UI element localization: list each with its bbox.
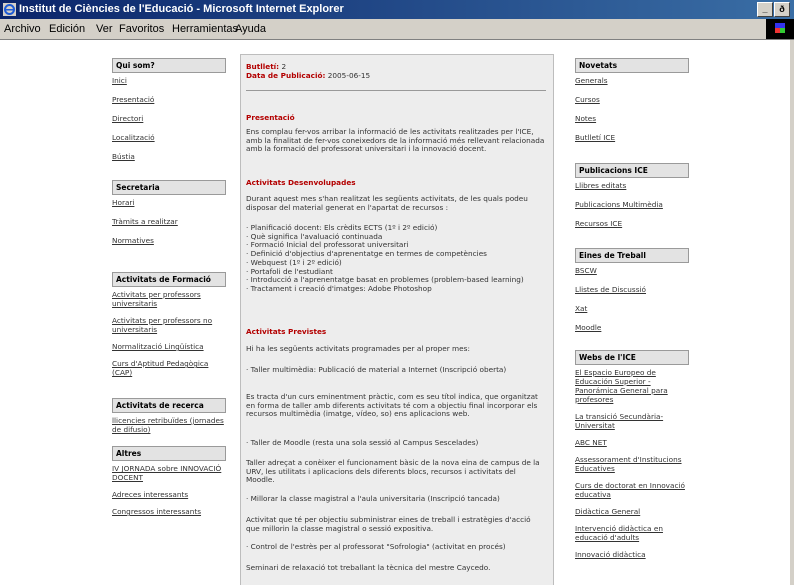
divider (246, 90, 546, 91)
date-label: Data de Publicació: (246, 71, 326, 80)
window-title: Institut de Ciències de l'Educació - Mic… (19, 3, 344, 15)
link-intervencio-didactica[interactable]: Intervenció didàctica en educació d'adul… (575, 524, 689, 542)
link-curs-doctorat[interactable]: Curs de doctorat en Innovació educativa (575, 481, 689, 499)
link-butlleti-ice[interactable]: Butlletí ICE (575, 133, 689, 142)
link-moodle[interactable]: Moodle (575, 323, 689, 332)
menu-ayuda[interactable]: Ayuda (235, 23, 266, 35)
activity-taller-moodle: · Taller de Moodle (resta una sola sessi… (246, 438, 479, 447)
menu-bar: Archivo Edición Ver Favoritos Herramient… (0, 19, 794, 40)
activity-classe-magistral-desc: Activitat que té per objectiu subministr… (246, 515, 531, 533)
link-activitats-universitaris[interactable]: Activitats per professors universitaris (112, 290, 226, 308)
link-presentacio[interactable]: Presentació (112, 95, 226, 104)
bulletin-value: 2 (281, 62, 287, 71)
link-assessorament[interactable]: Assessorament d'Institucions Educatives (575, 455, 689, 473)
link-cap[interactable]: Curs d'Aptitud Pedagògica (CAP) (112, 359, 226, 377)
windows-logo-icon (766, 19, 794, 39)
menu-ver[interactable]: Ver (96, 23, 113, 35)
link-didactica-general[interactable]: Didàctica General (575, 507, 689, 516)
link-recursos-ice[interactable]: Recursos ICE (575, 219, 689, 228)
link-tramits[interactable]: Tràmits a realitzar (112, 217, 226, 226)
link-transicio[interactable]: La transició Secundària-Universitat (575, 412, 689, 430)
section-qui-som: Qui som? (112, 58, 226, 73)
web-page: Qui som? Inici Presentació Directori Loc… (0, 40, 790, 585)
activity-taller-moodle-desc: Taller adreçat a conèixer el funcionamen… (246, 458, 540, 485)
link-directori[interactable]: Directori (112, 114, 226, 123)
menu-archivo[interactable]: Archivo (4, 23, 41, 35)
link-horari[interactable]: Horari (112, 198, 226, 207)
section-activitats-recerca: Activitats de recerca (112, 398, 226, 413)
list-item: · Tractament i creació d'imatges: Adobe … (246, 283, 432, 293)
activity-estres: · Control de l'estrès per al professorat… (246, 542, 506, 551)
activity-classe-magistral: · Millorar la classe magistral a l'aula … (246, 494, 500, 503)
previstes-intro: Hi ha les següents activitats programade… (246, 344, 470, 353)
link-jornada[interactable]: IV JORNADA sobre INNOVACIÓ DOCENT (112, 464, 226, 482)
link-llistes-discussio[interactable]: Llistes de Discussió (575, 285, 689, 294)
link-xat[interactable]: Xat (575, 304, 689, 313)
vertical-scrollbar[interactable] (790, 40, 794, 585)
link-innovacio-didactica[interactable]: Innovació didàctica (575, 550, 689, 559)
link-congressos[interactable]: Congressos interessants (112, 507, 226, 516)
link-generals[interactable]: Generals (575, 76, 689, 85)
window-titlebar: Institut de Ciències de l'Educació - Mic… (0, 0, 794, 19)
section-webs-ice: Webs de l'ICE (575, 350, 689, 365)
section-activitats-formacio: Activitats de Formació (112, 272, 226, 287)
presentacio-text: Ens complau fer-vos arribar la informaci… (246, 127, 545, 154)
menu-favoritos[interactable]: Favoritos (119, 23, 164, 35)
section-publicacions: Publicacions ICE (575, 163, 689, 178)
activity-taller-multimedia-desc: Es tracta d'un curs eminentment pràctic,… (246, 392, 538, 419)
link-abc-net[interactable]: ABC NET (575, 438, 689, 447)
desenvolupades-intro: Durant aquest mes s'han realitzat les se… (246, 194, 528, 212)
section-altres: Altres (112, 446, 226, 461)
link-normalitzacio[interactable]: Normalització Lingüística (112, 342, 226, 351)
minimize-button[interactable]: _ (757, 2, 773, 17)
menu-edicion[interactable]: Edición (49, 23, 85, 35)
link-adreces[interactable]: Adreces interessants (112, 490, 226, 499)
section-secretaria: Secretaria (112, 180, 226, 195)
link-espacio-europeo[interactable]: El Espacio Europeo de Educación Superior… (575, 368, 689, 404)
link-notes[interactable]: Notes (575, 114, 689, 123)
section-eines-treball: Eines de Treball (575, 248, 689, 263)
bulletin-label: Butlletí: (246, 62, 280, 71)
desenvolupades-heading: Activitats Desenvolupades (246, 178, 356, 187)
window-controls: _ ð (756, 2, 790, 17)
link-bscw[interactable]: BSCW (575, 266, 689, 275)
activity-estres-desc: Seminari de relaxació tot treballant la … (246, 563, 491, 572)
link-llicencies[interactable]: llicencies retribuïdes (jornades de difu… (112, 416, 226, 434)
menu-herramientas[interactable]: Herramientas (172, 23, 238, 35)
link-localitzacio[interactable]: Localització (112, 133, 226, 142)
link-bustia[interactable]: Bústia (112, 152, 226, 161)
section-novetats: Novetats (575, 58, 689, 73)
link-publicacions-multimedia[interactable]: Publicacions Multimèdia (575, 200, 689, 209)
restore-button[interactable]: ð (774, 2, 790, 17)
link-normatives[interactable]: Normatives (112, 236, 226, 245)
date-value: 2005-06-15 (327, 71, 371, 80)
activity-taller-multimedia: · Taller multimèdia: Publicació de mater… (246, 365, 507, 374)
desenvolupades-list: · Planificació docent: Els crèdits ECTS … (246, 223, 546, 294)
link-llibres-editats[interactable]: Llibres editats (575, 181, 689, 190)
link-cursos[interactable]: Cursos (575, 95, 689, 104)
previstes-heading: Activitats Previstes (246, 327, 327, 336)
publication-date: Data de Publicació: 2005-06-15 (246, 71, 546, 81)
newsletter-content: Butlletí: 2 Data de Publicació: 2005-06-… (240, 54, 554, 585)
presentacio-heading: Presentació (246, 113, 295, 122)
internet-explorer-icon (3, 3, 16, 16)
link-activitats-no-universitaris[interactable]: Activitats per professors no universitar… (112, 316, 226, 334)
link-inici[interactable]: Inici (112, 76, 226, 85)
